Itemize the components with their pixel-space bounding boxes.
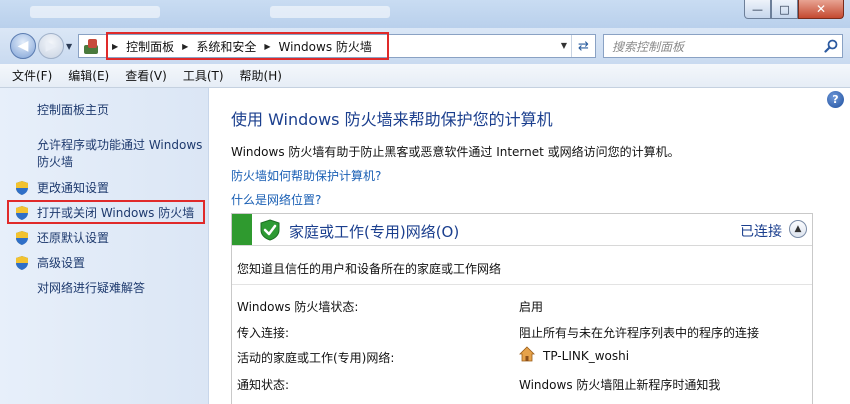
incoming-connections-label: 传入连接: (237, 326, 290, 340)
network-description: 您知道且信任的用户和设备所在的家庭或工作网络 (237, 262, 502, 276)
blurred-tab (30, 6, 160, 18)
sidebar-item-restore-defaults[interactable]: 还原默认设置 (37, 230, 109, 247)
breadcrumb-highlight (106, 32, 389, 60)
history-dropdown-icon[interactable]: ▼ (66, 42, 72, 51)
page-description: Windows 防火墙有助于防止黑客或恶意软件通过 Internet 或网络访问… (231, 145, 680, 159)
collapse-button[interactable]: ▲ (789, 220, 807, 238)
sidebar-item-home[interactable]: 控制面板主页 (37, 102, 109, 119)
network-panel: 家庭或工作(专用)网络(O) 已连接 ▲ 您知道且信任的用户和设备所在的家庭或工… (231, 213, 813, 404)
green-shield-check-icon (260, 219, 280, 241)
back-button[interactable]: ◀ (10, 33, 36, 59)
sidebar-item-troubleshoot[interactable]: 对网络进行疑难解答 (37, 280, 145, 297)
menu-bar: 文件(F) 编辑(E) 查看(V) 工具(T) 帮助(H) (0, 64, 850, 88)
sidebar-item-allow-line2: 防火墙 (37, 155, 74, 169)
connection-status: 已连接 (740, 224, 782, 240)
divider (232, 284, 812, 285)
menu-tools[interactable]: 工具(T) (183, 67, 224, 84)
status-bar (232, 214, 252, 245)
refresh-icon: ⇄ (578, 38, 589, 54)
main-content: ? 使用 Windows 防火墙来帮助保护您的计算机 Windows 防火墙有助… (210, 88, 850, 404)
forward-arrow-icon: ▶ (45, 38, 57, 54)
link-how-firewall-helps[interactable]: 防火墙如何帮助保护计算机? (231, 167, 381, 184)
network-header[interactable]: 家庭或工作(专用)网络(O) 已连接 ▲ (232, 214, 812, 246)
uac-shield-icon (16, 231, 28, 245)
page-title: 使用 Windows 防火墙来帮助保护您的计算机 (231, 110, 553, 129)
search-icon[interactable] (820, 39, 842, 53)
search-box[interactable]: 搜索控制面板 (603, 34, 843, 58)
chevron-up-icon: ▲ (794, 224, 802, 234)
sidebar-item-advanced[interactable]: 高级设置 (37, 255, 85, 272)
sidebar-item-notifications[interactable]: 更改通知设置 (37, 180, 109, 197)
menu-edit[interactable]: 编辑(E) (68, 67, 109, 84)
back-arrow-icon: ◀ (17, 38, 29, 54)
sidebar-item-allow-line1: 允许程序或功能通过 Windows (37, 138, 203, 152)
search-input[interactable]: 搜索控制面板 (612, 38, 820, 55)
sidebar-item-allow-programs[interactable]: 允许程序或功能通过 Windows 防火墙 (37, 137, 202, 171)
active-network-value: TP-LINK_woshi (543, 349, 630, 363)
address-bar[interactable]: ▶ 控制面板 ▶ 系统和安全 ▶ Windows 防火墙 ▼ ⇄ (78, 32, 596, 60)
help-icon[interactable]: ? (827, 91, 844, 108)
sidebar: 控制面板主页 允许程序或功能通过 Windows 防火墙 更改通知设置 打开或关… (0, 88, 209, 404)
firewall-state-value: 启用 (519, 300, 544, 314)
title-bar: — □ ✕ (0, 0, 850, 28)
close-button[interactable]: ✕ (798, 0, 844, 19)
uac-shield-icon (16, 181, 28, 195)
menu-help[interactable]: 帮助(H) (240, 67, 282, 84)
address-row: ◀ ▶ ▼ ▶ 控制面板 ▶ 系统和安全 ▶ Windows 防火墙 ▼ ⇄ 搜… (0, 28, 850, 64)
network-title: 家庭或工作(专用)网络(O) (289, 223, 460, 241)
firewall-state-label: Windows 防火墙状态: (237, 300, 359, 314)
incoming-connections-value: 阻止所有与未在允许程序列表中的程序的连接 (519, 326, 760, 340)
link-network-location[interactable]: 什么是网络位置? (231, 191, 321, 208)
blurred-tab (270, 6, 390, 18)
notification-state-label: 通知状态: (237, 378, 290, 392)
menu-file[interactable]: 文件(F) (12, 67, 52, 84)
home-network-icon (519, 346, 535, 362)
minimize-button[interactable]: — (744, 0, 771, 19)
uac-shield-icon (16, 206, 28, 220)
maximize-button[interactable]: □ (771, 0, 798, 19)
sidebar-item-toggle-firewall[interactable]: 打开或关闭 Windows 防火墙 (37, 205, 194, 222)
notification-state-value: Windows 防火墙阻止新程序时通知我 (519, 378, 721, 392)
refresh-button[interactable]: ⇄ (571, 35, 595, 57)
menu-view[interactable]: 查看(V) (125, 67, 167, 84)
forward-button[interactable]: ▶ (38, 33, 64, 59)
window-controls: — □ ✕ (744, 0, 844, 20)
address-dropdown-icon[interactable]: ▼ (561, 41, 567, 50)
control-panel-icon (82, 37, 102, 55)
uac-shield-icon (16, 256, 28, 270)
active-network-label: 活动的家庭或工作(专用)网络: (237, 351, 395, 365)
